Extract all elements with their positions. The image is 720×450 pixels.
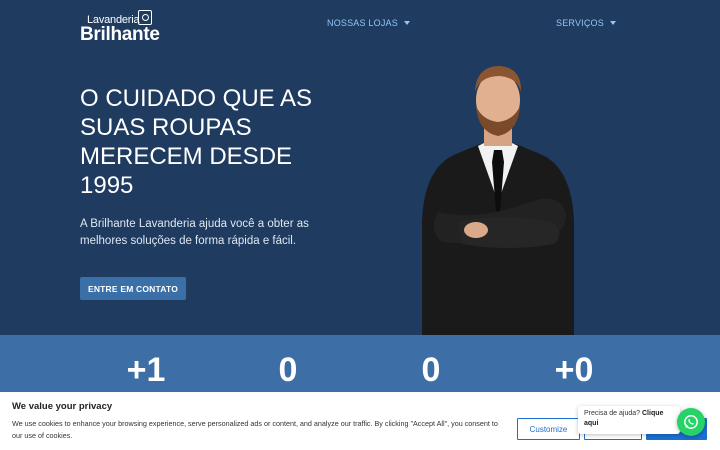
whatsapp-button[interactable] [677,408,705,436]
help-tooltip[interactable]: Precisa de ajuda? Clique aqui [578,406,680,434]
chevron-down-icon [609,21,616,25]
hero-subtitle: A Brilhante Lavanderia ajuda você a obte… [80,218,309,247]
hero-headline: O CUIDADO QUE AS SUAS ROUPAS MERECEM DES… [80,85,313,199]
customize-button[interactable]: Customize [517,418,580,440]
nav-stores-label: NOSSAS LOJAS [327,18,398,28]
nav-services-label: SERVIÇOS [556,18,604,28]
brand-big-text: Brilhante [80,24,160,45]
hero-section: Lavanderia Brilhante NOSSAS LOJAS SERVIÇ… [0,0,720,335]
logo-mark-icon [138,10,152,25]
contact-button[interactable]: ENTRE EM CONTATO [80,277,186,300]
stat-value: +0 [554,351,594,389]
stat-value: 0 [421,351,441,389]
stat-value: +1 [126,351,166,389]
stat-value: 0 [278,351,298,389]
brand-logo[interactable]: Lavanderia Brilhante [80,10,170,45]
whatsapp-icon [684,415,698,429]
businessman-image [422,66,574,335]
chevron-down-icon [403,21,410,25]
help-text: Precisa de ajuda? [584,410,641,417]
nav-stores[interactable]: NOSSAS LOJAS [327,18,410,28]
cookie-text: We use cookies to enhance your browsing … [12,419,498,440]
cookie-title: We value your privacy [12,401,113,412]
nav-services[interactable]: SERVIÇOS [556,18,616,28]
